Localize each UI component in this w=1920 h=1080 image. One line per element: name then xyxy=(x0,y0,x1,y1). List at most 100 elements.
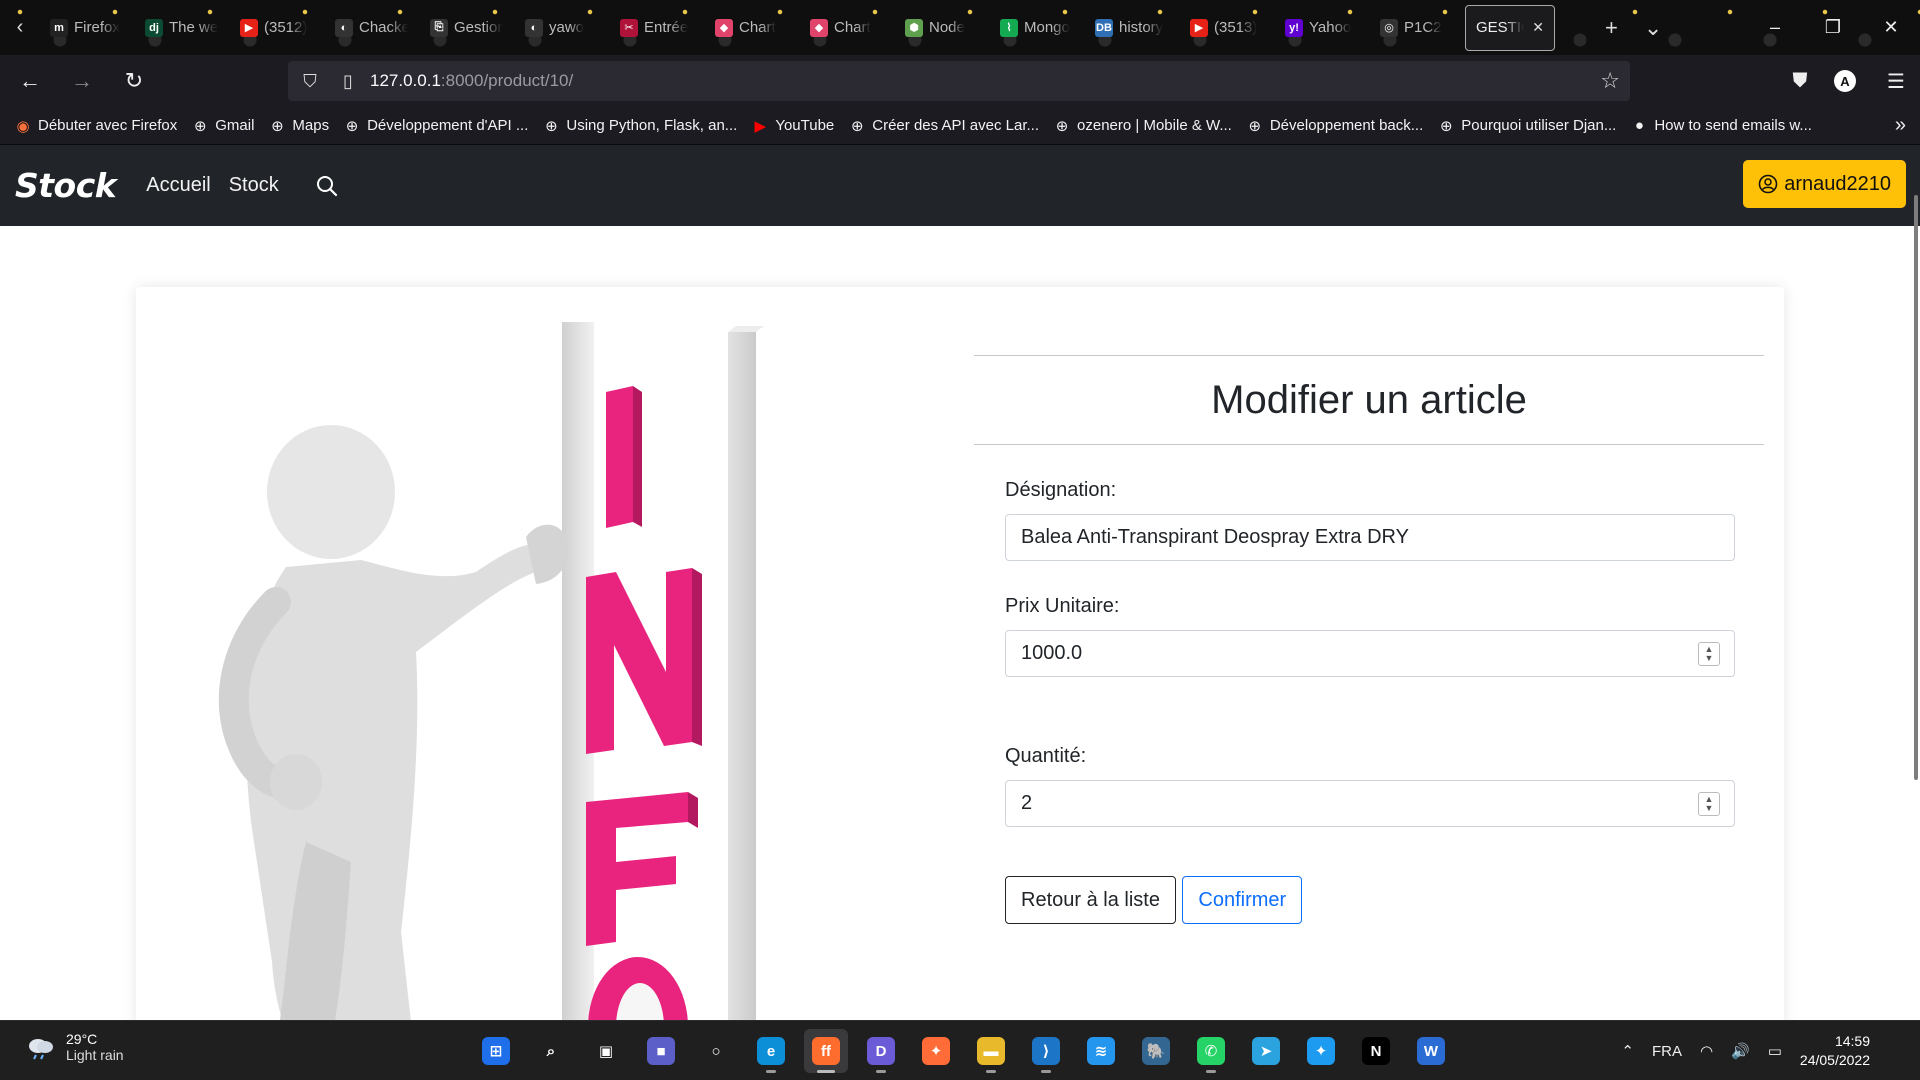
tab-label: Chart xyxy=(834,19,871,36)
nav-link-stock[interactable]: Stock xyxy=(229,174,279,197)
docker-glyph: ≋ xyxy=(1087,1037,1115,1065)
browser-tab[interactable]: DB history xyxy=(1085,5,1178,51)
taskbar-teams-icon[interactable]: ■ xyxy=(639,1029,683,1073)
browser-tab[interactable]: dj The web xyxy=(135,5,228,51)
browser-tab[interactable]: m Firefox xyxy=(40,5,133,51)
system-tray: ⌃ FRA ◠ 🔊 ▭ 14:59 24/05/2022 xyxy=(1621,1021,1920,1080)
url-text[interactable]: 127.0.0.1:8000/product/10/ xyxy=(370,71,573,91)
confirm-button[interactable]: Confirmer xyxy=(1182,876,1303,924)
back-arrow-icon[interactable]: ← xyxy=(8,59,52,103)
browser-tab[interactable]: y! Yahoo xyxy=(1275,5,1368,51)
bookmark-item[interactable]: ⊕ Maps xyxy=(268,117,329,135)
taskbar-discord-icon[interactable]: D xyxy=(859,1029,903,1073)
start-glyph: ⊞ xyxy=(482,1037,510,1065)
quantity-input[interactable]: 2 ▲ ▼ xyxy=(1005,780,1735,827)
bookmark-label: YouTube xyxy=(775,117,835,134)
quantity-value: 2 xyxy=(1021,792,1033,814)
bookmark-item[interactable]: ● How to send emails w... xyxy=(1630,117,1812,135)
tab-favicon-icon: ⌇ xyxy=(1000,18,1018,37)
bookmark-item[interactable]: ⊕ Gmail xyxy=(191,117,254,135)
minimize-icon[interactable]: – xyxy=(1746,17,1804,38)
new-tab-button[interactable]: + xyxy=(1605,15,1618,41)
browser-tab[interactable]: ◆ Chart xyxy=(705,5,798,51)
tab-scroll-left-icon[interactable]: ‹ xyxy=(0,0,40,55)
shield-icon[interactable]: ⛉ xyxy=(294,71,326,92)
taskbar-whatsapp-icon[interactable]: ✆ xyxy=(1189,1029,1233,1073)
page-icon[interactable]: ▯ xyxy=(332,71,364,92)
browser-tab[interactable]: ◎ P1C2 xyxy=(1370,5,1463,51)
taskbar-search-icon[interactable]: ⌕ xyxy=(529,1029,573,1073)
bookmarks-overflow-icon[interactable]: » xyxy=(1895,114,1906,137)
url-host: 127.0.0.1 xyxy=(370,71,441,90)
browser-tab[interactable]: ⬢ Node xyxy=(895,5,988,51)
nav-link-accueil[interactable]: Accueil xyxy=(146,174,210,197)
browser-tab[interactable]: ◆ Chart xyxy=(800,5,893,51)
reload-icon[interactable]: ↻ xyxy=(112,59,156,103)
bookmark-item[interactable]: ⊕ ozenero | Mobile & W... xyxy=(1053,117,1232,135)
taskbar-telegram-icon[interactable]: ➤ xyxy=(1244,1029,1288,1073)
bookmark-item[interactable]: ▶ YouTube xyxy=(751,117,835,135)
taskbar-cortana-icon[interactable]: ○ xyxy=(694,1029,738,1073)
bookmark-globe-icon: ⊕ xyxy=(850,117,864,135)
back-to-list-button[interactable]: Retour à la liste xyxy=(1005,876,1176,924)
language-indicator[interactable]: FRA xyxy=(1652,1043,1682,1060)
taskbar-pgadmin-icon[interactable]: 🐘 xyxy=(1134,1029,1178,1073)
browser-tab[interactable]: GESTIO ✕ xyxy=(1465,4,1555,51)
restore-icon[interactable]: ❐ xyxy=(1804,17,1862,38)
taskbar-postman-icon[interactable]: ✦ xyxy=(914,1029,958,1073)
brand-logo[interactable]: Stock xyxy=(15,166,117,205)
taskbar-edge-icon[interactable]: e xyxy=(749,1029,793,1073)
tab-label: history xyxy=(1119,19,1164,36)
browser-tab[interactable]: ▶ (3512) xyxy=(230,5,323,51)
taskbar-vscode-icon[interactable]: ⟩ xyxy=(1024,1029,1068,1073)
quantity-stepper-icon[interactable]: ▲ ▼ xyxy=(1698,792,1720,816)
clock[interactable]: 14:59 24/05/2022 xyxy=(1800,1032,1870,1070)
bookmark-star-icon[interactable]: ☆ xyxy=(1600,68,1620,94)
menu-hamburger-icon[interactable]: ☰ xyxy=(1882,69,1910,94)
weather-widget[interactable]: 29°C Light rain xyxy=(26,1031,124,1063)
user-menu-button[interactable]: arnaud2210 xyxy=(1743,160,1906,208)
price-stepper-icon[interactable]: ▲ ▼ xyxy=(1698,642,1720,666)
taskbar-word-icon[interactable]: W xyxy=(1409,1029,1453,1073)
bookmark-item[interactable]: ⊕ Using Python, Flask, an... xyxy=(542,117,737,135)
close-tab-icon[interactable]: ✕ xyxy=(1532,19,1544,36)
wifi-icon[interactable]: ◠ xyxy=(1700,1042,1713,1060)
bookmark-globe-icon: ⊕ xyxy=(1248,117,1262,135)
address-bar[interactable]: ⛉ ▯ 127.0.0.1:8000/product/10/ ☆ xyxy=(288,61,1630,101)
bookmark-item[interactable]: ◉ Débuter avec Firefox xyxy=(14,117,177,135)
taskbar-task-view-icon[interactable]: ▣ xyxy=(584,1029,628,1073)
price-input[interactable]: 1000.0 ▲ ▼ xyxy=(1005,630,1735,677)
taskbar-netflix-icon[interactable]: N xyxy=(1354,1029,1398,1073)
browser-tab[interactable]: ⎘ Gestion xyxy=(420,5,513,51)
close-window-icon[interactable]: ✕ xyxy=(1862,17,1920,38)
weather-temp: 29°C xyxy=(66,1031,98,1047)
browser-tab[interactable]: ✂ Entrée xyxy=(610,5,703,51)
bookmark-item[interactable]: ⊕ Pourquoi utiliser Djan... xyxy=(1437,117,1616,135)
bookmark-item[interactable]: ⊕ Développement d'API ... xyxy=(343,117,529,135)
forward-arrow-icon[interactable]: → xyxy=(60,59,104,103)
taskbar-start-icon[interactable]: ⊞ xyxy=(474,1029,518,1073)
battery-icon[interactable]: ▭ xyxy=(1768,1042,1782,1060)
taskbar-twitter-icon[interactable]: ✦ xyxy=(1299,1029,1343,1073)
pocket-icon[interactable]: ⛊ xyxy=(1786,70,1814,93)
tab-favicon-icon: dj xyxy=(145,18,163,37)
telegram-glyph: ➤ xyxy=(1252,1037,1280,1065)
search-icon[interactable] xyxy=(315,174,339,198)
running-indicator xyxy=(1041,1070,1051,1073)
browser-tab[interactable]: ◐ yawo xyxy=(515,5,608,51)
taskbar-files-icon[interactable]: ▬ xyxy=(969,1029,1013,1073)
tab-favicon-icon: ◆ xyxy=(810,18,828,37)
taskbar-firefox-icon[interactable]: ff xyxy=(804,1029,848,1073)
tab-list-chevron-down-icon[interactable]: ⌄ xyxy=(1644,15,1662,41)
page-scrollbar[interactable] xyxy=(1914,195,1918,780)
browser-tab[interactable]: ◐ Chacker xyxy=(325,5,418,51)
account-icon[interactable]: A xyxy=(1834,70,1862,92)
browser-tab[interactable]: ⌇ Mongo xyxy=(990,5,1083,51)
browser-tab[interactable]: ▶ (3513) xyxy=(1180,5,1273,51)
taskbar-docker-icon[interactable]: ≋ xyxy=(1079,1029,1123,1073)
bookmark-item[interactable]: ⊕ Développement back... xyxy=(1246,117,1424,135)
bookmark-item[interactable]: ⊕ Créer des API avec Lar... xyxy=(848,117,1039,135)
volume-icon[interactable]: 🔊 xyxy=(1731,1042,1750,1060)
tray-chevron-up-icon[interactable]: ⌃ xyxy=(1621,1042,1634,1060)
designation-input[interactable]: Balea Anti-Transpirant Deospray Extra DR… xyxy=(1005,514,1735,561)
